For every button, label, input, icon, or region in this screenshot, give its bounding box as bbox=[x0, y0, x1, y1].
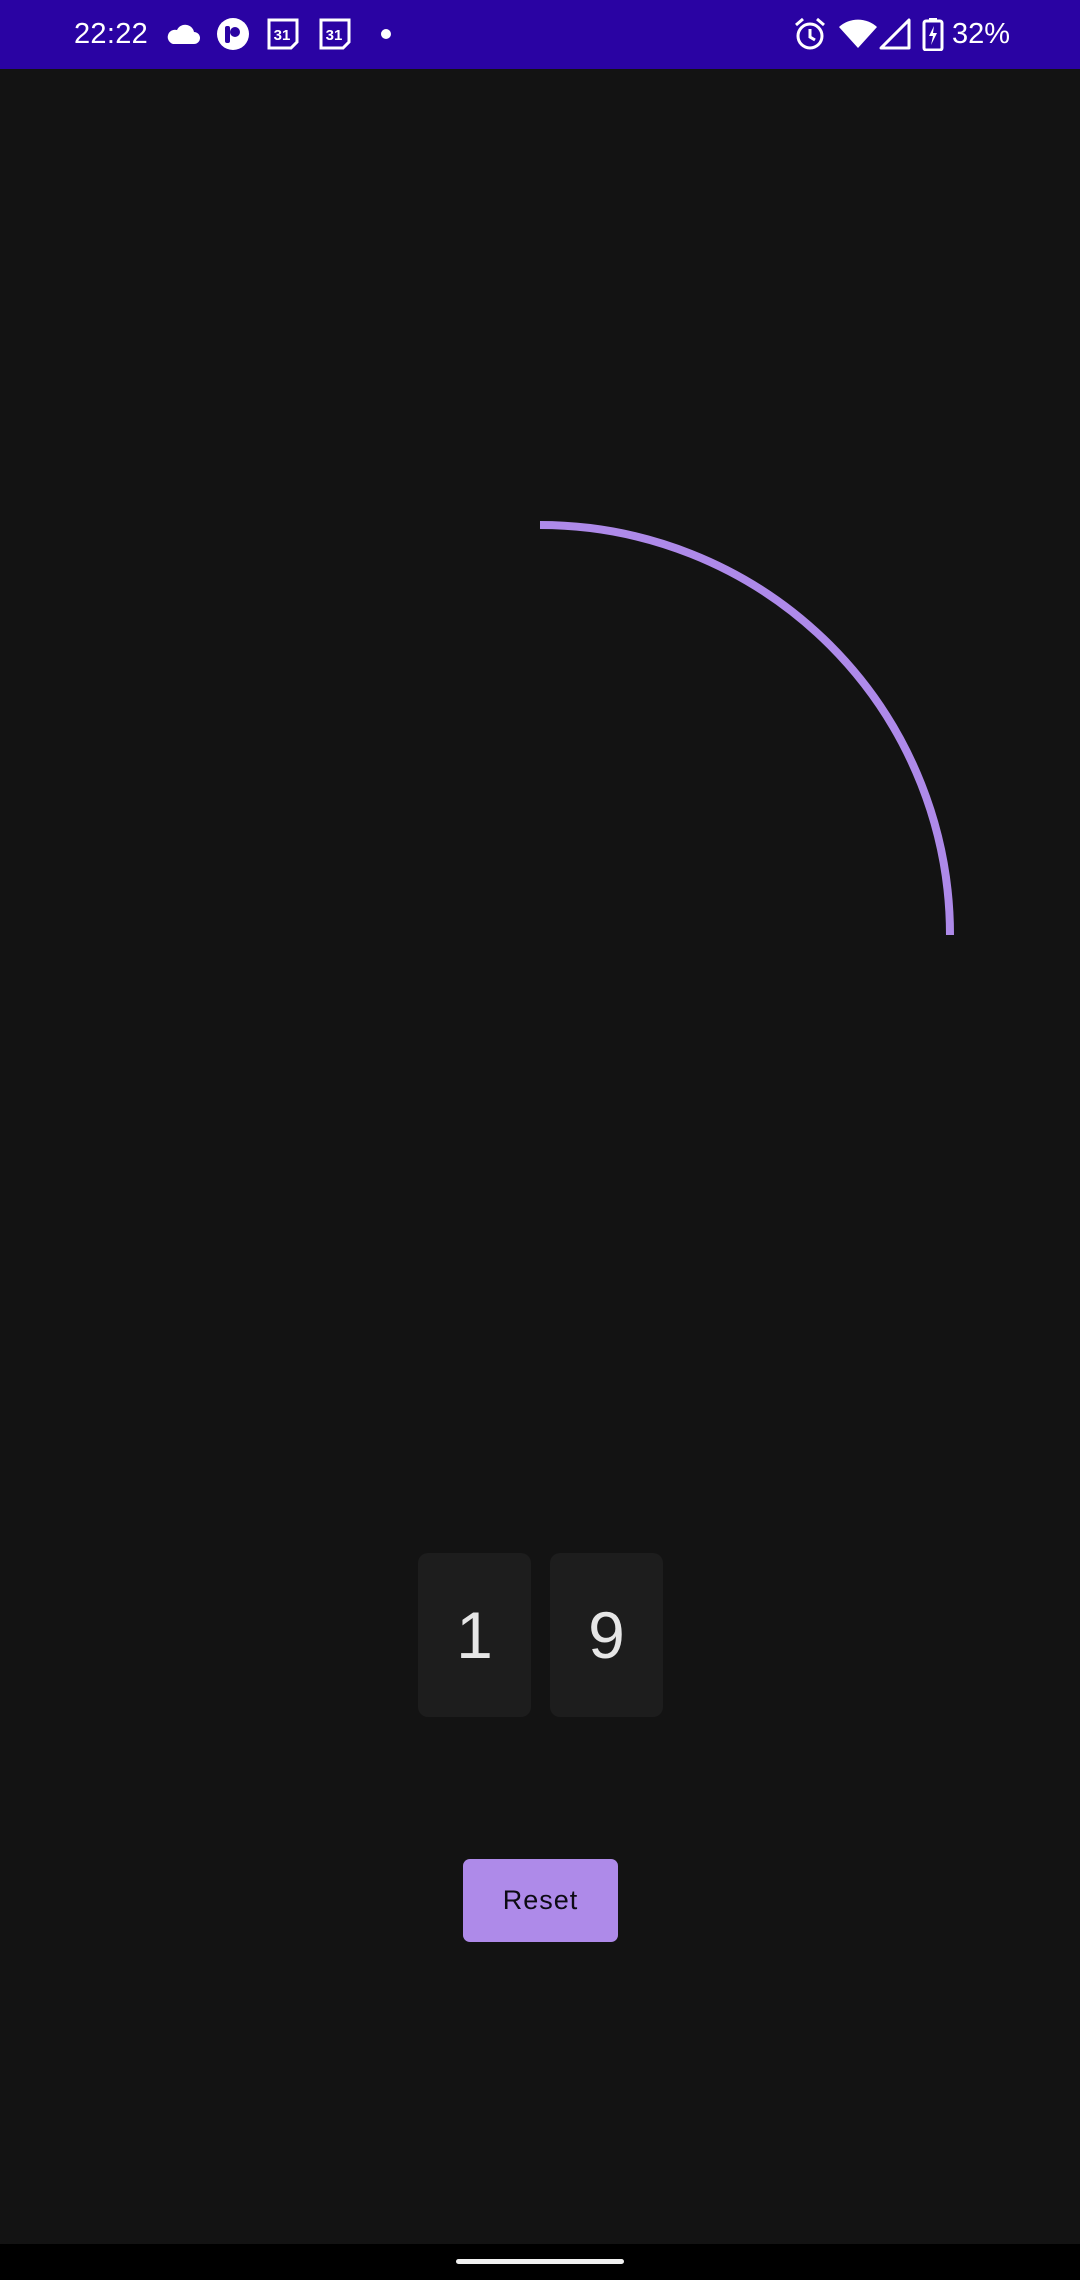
reset-button[interactable]: Reset bbox=[463, 1859, 618, 1942]
navigation-bar bbox=[0, 2244, 1080, 2280]
signal-icon bbox=[879, 18, 911, 50]
alarm-icon bbox=[795, 17, 825, 50]
calendar-day-text: 31 bbox=[326, 27, 343, 44]
status-time: 22:22 bbox=[74, 18, 149, 50]
cloud-icon bbox=[167, 24, 200, 44]
timer-screen: 22:22 31 31 32% 1 9 Reset bbox=[0, 0, 1080, 2280]
calendar-icon: 31 bbox=[319, 18, 351, 50]
home-indicator[interactable] bbox=[456, 2259, 624, 2264]
wifi-icon bbox=[839, 19, 877, 48]
battery-charging-icon bbox=[922, 18, 944, 51]
progress-arc-path bbox=[539, 521, 954, 936]
battery-percentage: 32% bbox=[952, 18, 1011, 50]
calendar-day-text: 31 bbox=[274, 27, 291, 44]
notification-dot-icon bbox=[381, 29, 391, 39]
timer-digit-tens: 1 bbox=[418, 1553, 531, 1717]
timer-digit-ones: 9 bbox=[550, 1553, 663, 1717]
status-bar: 22:22 31 31 32% bbox=[0, 0, 1080, 69]
calendar-icon: 31 bbox=[267, 18, 299, 50]
podcast-app-icon bbox=[217, 18, 249, 50]
